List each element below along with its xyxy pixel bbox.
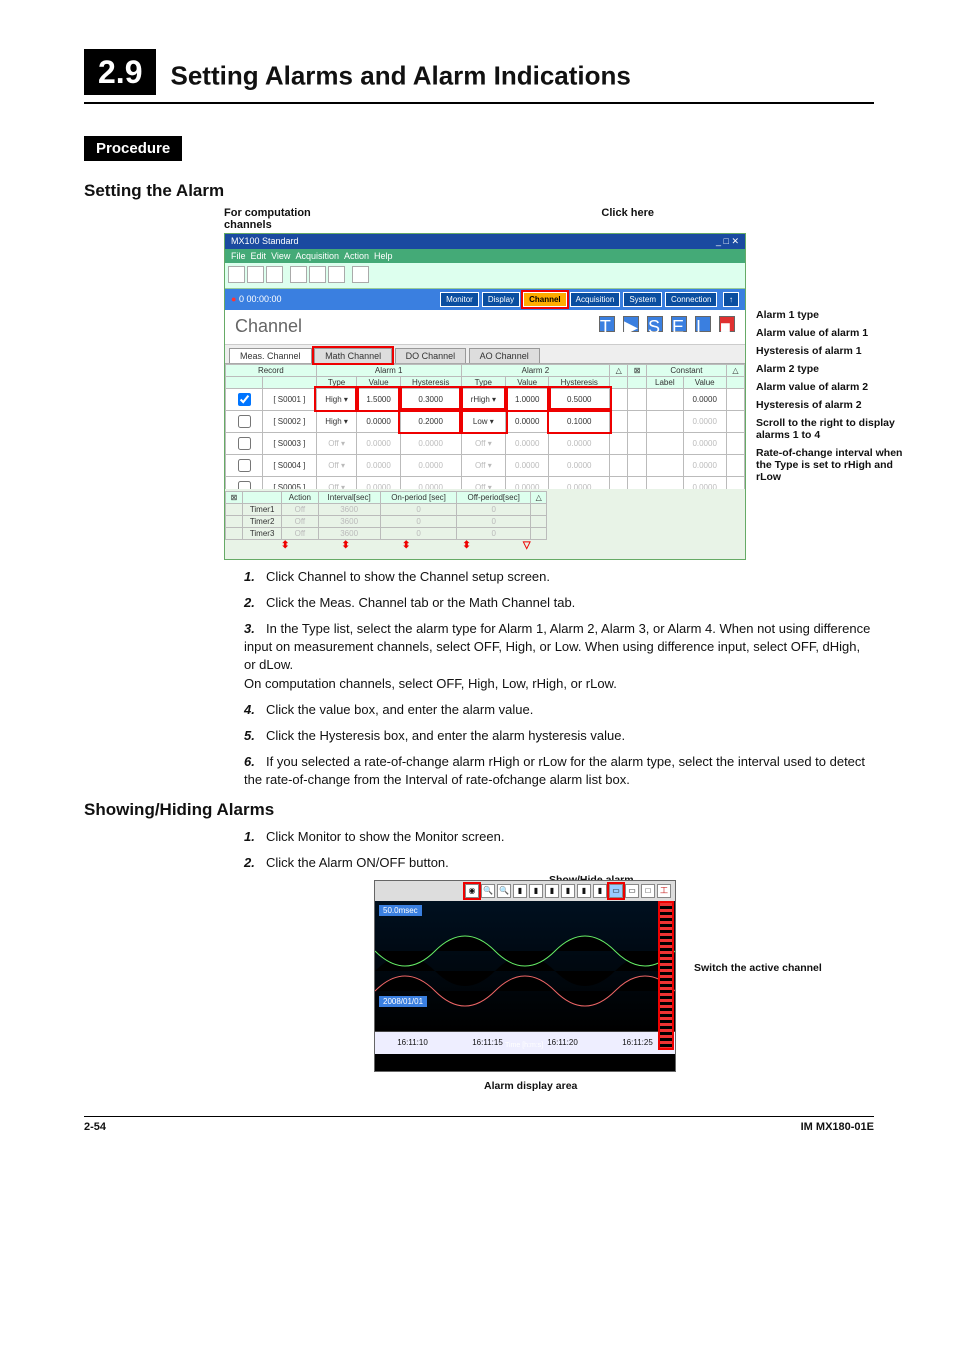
tool-icon[interactable]: ▮ xyxy=(577,884,591,898)
step: 4.Click the value box, and enter the ala… xyxy=(244,701,874,719)
tool-icon[interactable]: 工 xyxy=(657,884,671,898)
nav-prev-icon[interactable]: ↑ xyxy=(723,292,739,307)
paste-icon xyxy=(309,266,326,283)
hint-click-here: Click here xyxy=(601,207,654,231)
i-icon[interactable]: I xyxy=(695,316,711,332)
row-check[interactable] xyxy=(238,459,251,472)
step: 5.Click the Hysteresis box, and enter th… xyxy=(244,727,874,745)
callouts: Alarm 1 type Alarm value of alarm 1 Hyst… xyxy=(756,243,916,489)
alarm-display-area xyxy=(660,903,672,1048)
tab-do[interactable]: DO Channel xyxy=(395,348,467,363)
screen-title: Channel T ▶ S E I ■ xyxy=(225,310,745,345)
section-title: Setting Alarms and Alarm Indications xyxy=(170,61,630,91)
window-title: MX100 Standard xyxy=(231,236,299,247)
arrow-icon[interactable]: ▶ xyxy=(623,316,639,332)
tab-math[interactable]: Math Channel xyxy=(314,348,392,363)
step: 2.Click the Alarm ON/OFF button. xyxy=(244,854,874,872)
tool-icon[interactable]: ▮ xyxy=(545,884,559,898)
channel-screenshot: MX100 Standard _ □ ✕ File Edit View Acqu… xyxy=(224,233,746,560)
step: 1.Click Channel to show the Channel setu… xyxy=(244,568,874,586)
tool-icon[interactable]: ▭ xyxy=(625,884,639,898)
label-alarm-area: Alarm display area xyxy=(484,1080,577,1092)
alarm-grid[interactable]: Record Alarm 1 Alarm 2 △⊠ Constant△ Type… xyxy=(225,364,745,489)
save-icon xyxy=(266,266,283,283)
tool-icon[interactable]: □ xyxy=(641,884,655,898)
window-titlebar: MX100 Standard _ □ ✕ xyxy=(225,234,745,249)
e-icon[interactable]: E xyxy=(671,316,687,332)
tab-ao[interactable]: AO Channel xyxy=(469,348,540,363)
label-switch-channel: Switch the active channel xyxy=(694,962,822,974)
step: 2.Click the Meas. Channel tab or the Mat… xyxy=(244,594,874,612)
monitor-toolbar[interactable]: ◉ 🔍 🔍 ▮ ▮ ▮ ▮ ▮ ▮ ▭ ▭ □ 工 xyxy=(375,881,675,901)
nav-display[interactable]: Display xyxy=(482,292,520,307)
table-row[interactable]: [ S0004 ]Off ▾0.00000.0000Off ▾0.00000.0… xyxy=(226,454,745,476)
nav-monitor[interactable]: Monitor xyxy=(440,292,479,307)
tool-icon[interactable]: ▮ xyxy=(529,884,543,898)
hint-computation: For computation channels xyxy=(224,207,324,231)
steps-1: 1.Click Channel to show the Channel setu… xyxy=(244,568,874,790)
alarm-onoff-icon[interactable]: ◉ xyxy=(465,884,479,898)
row-check[interactable] xyxy=(238,437,251,450)
menubar[interactable]: File Edit View Acquisition Action Help xyxy=(225,249,745,263)
row-check[interactable] xyxy=(238,481,251,489)
timer-row[interactable]: Timer2Off360000 xyxy=(226,515,547,527)
timer-grid[interactable]: ⊠ActionInterval[sec]On-period [sec]Off-p… xyxy=(225,491,547,540)
step: 1.Click Monitor to show the Monitor scre… xyxy=(244,828,874,846)
timer-row[interactable]: Timer1Off360000 xyxy=(226,503,547,515)
elapsed: 0 00:00:00 xyxy=(239,294,282,304)
new-icon xyxy=(228,266,245,283)
axis-label: Time [h:m:s] xyxy=(505,1042,543,1049)
waveform-area: 50.0msec 2008/01/01 xyxy=(375,901,675,1032)
procedure-label: Procedure xyxy=(84,136,182,161)
step: 6.If you selected a rate-of-change alarm… xyxy=(244,753,874,789)
step: 3.In the Type list, select the alarm typ… xyxy=(244,620,874,693)
open-icon xyxy=(247,266,264,283)
row-check[interactable] xyxy=(238,415,251,428)
help-icon xyxy=(352,266,369,283)
showing-heading: Showing/Hiding Alarms xyxy=(84,800,874,820)
window-controls[interactable]: _ □ ✕ xyxy=(716,236,739,247)
x-icon[interactable]: ■ xyxy=(719,316,735,332)
t-icon[interactable]: T xyxy=(599,316,615,332)
nav-connection[interactable]: Connection xyxy=(665,292,717,307)
steps-2: 1.Click Monitor to show the Monitor scre… xyxy=(244,828,874,872)
tool-icon[interactable]: ▮ xyxy=(593,884,607,898)
section-number: 2.9 xyxy=(84,49,156,95)
section-heading: 2.9Setting Alarms and Alarm Indications xyxy=(84,54,874,104)
copy-icon xyxy=(290,266,307,283)
zoom-in-icon[interactable]: 🔍 xyxy=(481,884,495,898)
calc-over-checkbox[interactable] xyxy=(235,559,248,560)
tab-meas[interactable]: Meas. Channel xyxy=(229,348,312,363)
zoom-out-icon[interactable]: 🔍 xyxy=(497,884,511,898)
doc-id: IM MX180-01E xyxy=(801,1121,874,1133)
timer-row[interactable]: Timer3Off360000 xyxy=(226,527,547,539)
date-label: 2008/01/01 xyxy=(379,996,427,1007)
table-row[interactable]: [ S0001 ]High ▾1.50000.3000rHigh ▾1.0000… xyxy=(226,388,745,410)
table-row[interactable]: [ S0003 ]Off ▾0.00000.0000Off ▾0.00000.0… xyxy=(226,432,745,454)
active-channel-icon[interactable]: ▭ xyxy=(609,884,623,898)
status-strip: ● 0 00:00:00 MonitorDisplayChannelAcquis… xyxy=(225,289,745,310)
nav-channel[interactable]: Channel xyxy=(523,292,567,307)
nav-acquisition[interactable]: Acquisition xyxy=(570,292,621,307)
row-check[interactable] xyxy=(238,393,251,406)
table-row[interactable]: [ S0005 ]Off ▾0.00000.0000Off ▾0.00000.0… xyxy=(226,476,745,489)
find-icon xyxy=(328,266,345,283)
tool-icon[interactable]: ▮ xyxy=(561,884,575,898)
monitor-screenshot: ◉ 🔍 🔍 ▮ ▮ ▮ ▮ ▮ ▮ ▭ ▭ □ 工 50.0msec xyxy=(374,880,676,1072)
channel-tabs[interactable]: Meas. Channel Math Channel DO Channel AO… xyxy=(225,345,745,364)
table-row[interactable]: [ S0002 ]High ▾0.00000.2000Low ▾0.00000.… xyxy=(226,410,745,432)
s-icon[interactable]: S xyxy=(647,316,663,332)
tool-icon[interactable]: ▮ xyxy=(513,884,527,898)
page-number: 2-54 xyxy=(84,1121,106,1133)
toolbar[interactable] xyxy=(225,263,745,289)
setting-alarm-heading: Setting the Alarm xyxy=(84,181,874,201)
nav-system[interactable]: System xyxy=(623,292,662,307)
